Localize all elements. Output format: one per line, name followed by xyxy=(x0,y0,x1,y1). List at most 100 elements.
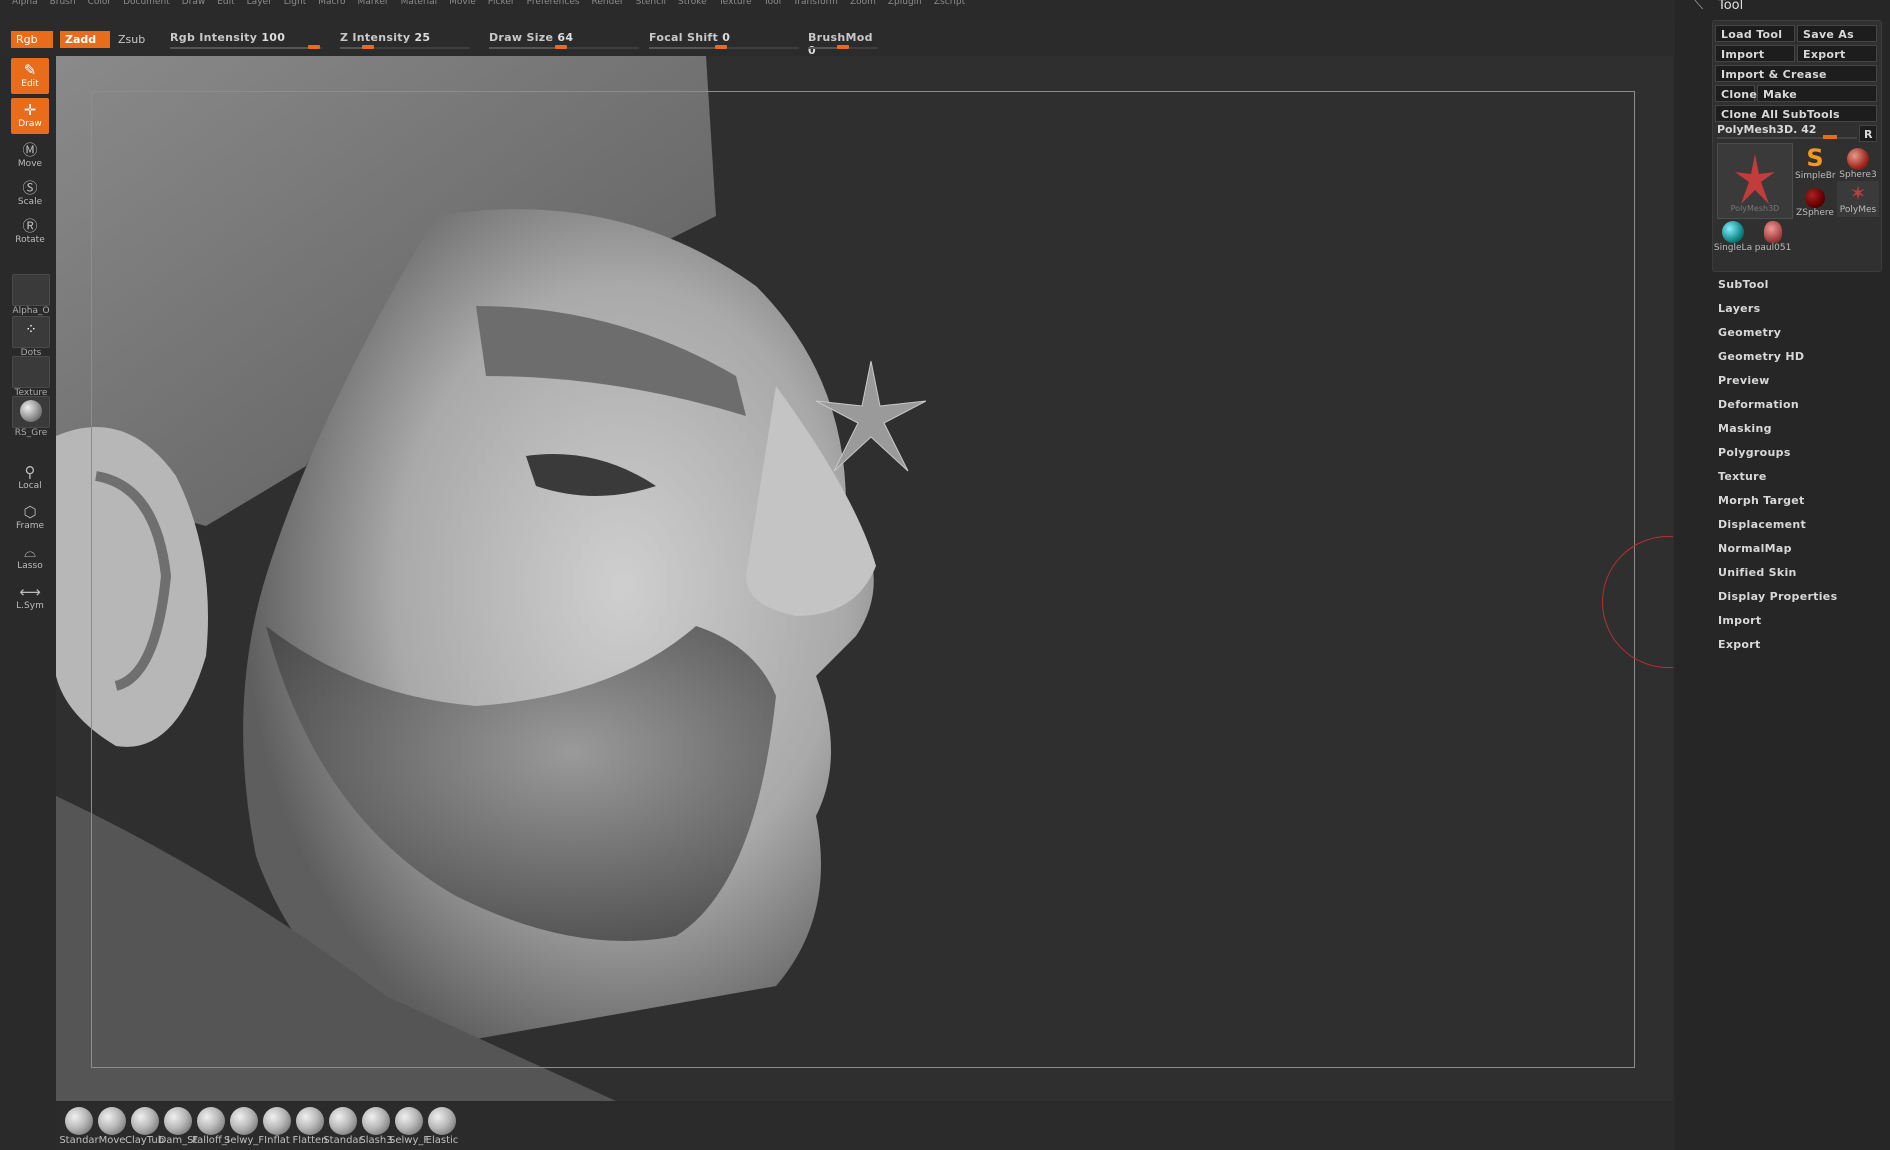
lsym-button[interactable]: ⟷ L.Sym xyxy=(11,580,49,616)
tool-thumb-polymesh3d[interactable]: PolyMesh3D xyxy=(1717,143,1793,219)
tool-thumb-simplebrush[interactable]: S SimpleBr xyxy=(1795,145,1836,181)
draw-tool-button[interactable]: ✛ Draw xyxy=(11,98,49,134)
lasso-button[interactable]: ⌓ Lasso xyxy=(11,540,49,576)
menu-light[interactable]: Light xyxy=(284,0,306,7)
menu-zplugin[interactable]: Zplugin xyxy=(888,0,922,7)
tool-subpalette-displacement[interactable]: Displacement xyxy=(1718,518,1806,531)
tool-subpalette-deformation[interactable]: Deformation xyxy=(1718,398,1799,411)
clone-button[interactable]: Clone xyxy=(1715,85,1757,102)
tool-thumb-zsphere[interactable]: ZSphere xyxy=(1795,185,1835,218)
move-tool-button[interactable]: Ⓜ Move xyxy=(11,138,49,174)
texture-swatch[interactable] xyxy=(12,356,50,388)
tool-subpalette-subtool[interactable]: SubTool xyxy=(1718,278,1769,291)
palette-collapse-icon[interactable]: ⟍ xyxy=(1694,0,1703,13)
tool-subpalette-import[interactable]: Import xyxy=(1718,614,1761,627)
material-label: RS_Gre xyxy=(14,428,48,438)
tool-subpalette-unified-skin[interactable]: Unified Skin xyxy=(1718,566,1797,579)
zadd-button[interactable]: Zadd xyxy=(60,31,110,48)
tool-thumb-paul051[interactable]: paul051 xyxy=(1753,221,1793,253)
left-toolbar: ✎ Edit ✛ Draw Ⓜ Move Ⓢ Scale Ⓡ Rotate Al… xyxy=(8,56,52,1116)
menu-picker[interactable]: Picker xyxy=(488,0,515,7)
canvas-viewport[interactable] xyxy=(56,56,1673,1101)
brush-slot[interactable]: Elastic xyxy=(422,1107,462,1146)
r-button[interactable]: R xyxy=(1859,125,1877,142)
current-tool-knob[interactable] xyxy=(1823,135,1837,139)
alpha-swatch[interactable] xyxy=(12,274,50,306)
menu-texture[interactable]: Texture xyxy=(719,0,752,7)
menu-macro[interactable]: Macro xyxy=(318,0,345,7)
zsub-button[interactable]: Zsub xyxy=(113,31,153,48)
tool-subpalette-display-properties[interactable]: Display Properties xyxy=(1718,590,1837,603)
menu-layer[interactable]: Layer xyxy=(247,0,272,7)
menu-transform[interactable]: Transform xyxy=(793,0,838,7)
menu-zoom[interactable]: Zoom xyxy=(850,0,876,7)
frame-button[interactable]: ⬡ Frame xyxy=(11,500,49,536)
tool-subpalette-export[interactable]: Export xyxy=(1718,638,1761,651)
menu-material[interactable]: Material xyxy=(401,0,438,7)
polymesh-star-gizmo-icon xyxy=(816,361,926,472)
export-button[interactable]: Export xyxy=(1797,45,1877,62)
focal-shift-knob[interactable] xyxy=(715,45,727,49)
tool-subpalette-preview[interactable]: Preview xyxy=(1718,374,1770,387)
frame-cube-icon: ⬡ xyxy=(23,503,37,521)
draw-size-slider[interactable]: Draw Size 64 xyxy=(489,31,639,53)
tool-thumb-singlelayer[interactable]: SingleLa xyxy=(1713,221,1753,253)
menu-zscript[interactable]: Zscript xyxy=(934,0,965,7)
brush-shelf: StandarMoveClayTubesDam_StFalloff_ISelwy… xyxy=(56,1103,1673,1150)
make-polymesh-button[interactable]: Make PolyMesh3D xyxy=(1757,85,1877,118)
import-crease-button[interactable]: Import & Crease xyxy=(1715,65,1877,82)
local-button[interactable]: ⚲ Local xyxy=(11,460,49,496)
menu-alpha[interactable]: Alpha xyxy=(12,0,38,7)
tool-subpalette-polygroups[interactable]: Polygroups xyxy=(1718,446,1791,459)
tool-subpalette-texture[interactable]: Texture xyxy=(1718,470,1767,483)
menu-stencil[interactable]: Stencil xyxy=(636,0,666,7)
material-swatch[interactable] xyxy=(12,396,50,428)
tool-subpalette-geometry[interactable]: Geometry xyxy=(1718,326,1781,339)
draw-size-knob[interactable] xyxy=(555,45,567,49)
tool-thumb-polymesh[interactable]: ✶ PolyMes xyxy=(1837,181,1879,217)
top-toolbar: Rgb Zadd Zsub Rgb Intensity 100 Z Intens… xyxy=(0,22,1680,57)
menu-color[interactable]: Color xyxy=(88,0,112,7)
main-menubar: Alpha Brush Color Document Draw Edit Layer Ligh… xyxy=(0,0,1680,14)
rgb-button[interactable]: Rgb xyxy=(11,31,53,48)
menu-marker[interactable]: Marker xyxy=(357,0,388,7)
tool-subpalette-layers[interactable]: Layers xyxy=(1718,302,1761,315)
focal-shift-slider[interactable]: Focal Shift 0 xyxy=(649,31,799,53)
current-tool-slider[interactable]: PolyMesh3D. 42 xyxy=(1717,123,1857,139)
menu-edit[interactable]: Edit xyxy=(217,0,234,7)
tool-subpalette-morph-target[interactable]: Morph Target xyxy=(1718,494,1805,507)
tool-palette-header-box: Load Tool Save As Import Export Import &… xyxy=(1712,20,1882,272)
tool-palette-title: Tool xyxy=(1718,0,1744,13)
z-intensity-knob[interactable] xyxy=(362,45,374,49)
rgb-intensity-knob[interactable] xyxy=(308,45,320,49)
menu-render[interactable]: Render xyxy=(592,0,624,7)
clone-all-subtools-button[interactable]: Clone All SubTools xyxy=(1715,105,1877,122)
load-tool-button[interactable]: Load Tool xyxy=(1715,25,1795,42)
tool-subpalette-masking[interactable]: Masking xyxy=(1718,422,1772,435)
menu-tool[interactable]: Tool xyxy=(764,0,781,7)
tool-thumb-sphere3d[interactable]: Sphere3 xyxy=(1837,145,1879,180)
import-button[interactable]: Import xyxy=(1715,45,1795,62)
thumb-label: PolyMesh3D xyxy=(1730,204,1780,213)
menu-document[interactable]: Document xyxy=(123,0,170,7)
tool-subpalette-normalmap[interactable]: NormalMap xyxy=(1718,542,1792,555)
rotate-tool-button[interactable]: Ⓡ Rotate xyxy=(11,214,49,250)
menu-draw[interactable]: Draw xyxy=(182,0,206,7)
edit-tool-button[interactable]: ✎ Edit xyxy=(11,58,49,94)
menu-brush[interactable]: Brush xyxy=(50,0,76,7)
brush-sphere-icon xyxy=(230,1107,258,1135)
brushmod-slider[interactable]: BrushMod 0 xyxy=(808,31,878,57)
menu-movie[interactable]: Movie xyxy=(449,0,476,7)
brushmod-knob[interactable] xyxy=(837,45,849,49)
z-intensity-slider[interactable]: Z Intensity 25 xyxy=(340,31,470,53)
menu-preferences[interactable]: Preferences xyxy=(527,0,580,7)
lsym-label: L.Sym xyxy=(16,601,44,611)
right-tray-divider[interactable] xyxy=(1675,0,1690,1150)
stroke-dots-swatch[interactable]: ⁘ xyxy=(12,316,50,348)
rgb-intensity-slider[interactable]: Rgb Intensity 100 xyxy=(170,31,322,53)
save-as-button[interactable]: Save As xyxy=(1797,25,1877,42)
brush-sphere-icon xyxy=(296,1107,324,1135)
tool-subpalette-geometry-hd[interactable]: Geometry HD xyxy=(1718,350,1804,363)
scale-tool-button[interactable]: Ⓢ Scale xyxy=(11,176,49,212)
menu-stroke[interactable]: Stroke xyxy=(678,0,707,7)
